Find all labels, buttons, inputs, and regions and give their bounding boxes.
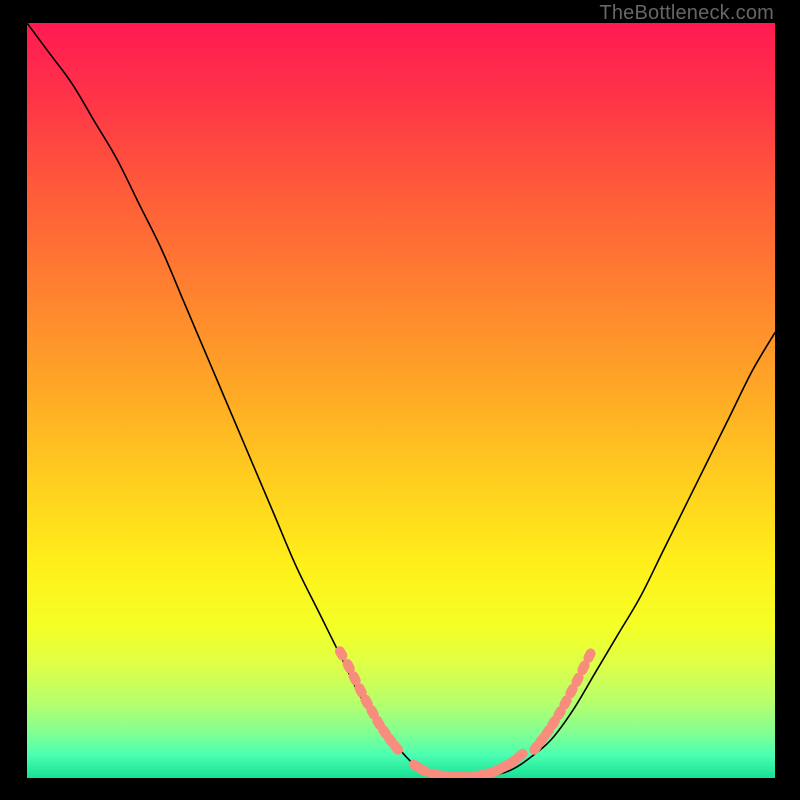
plot-background: [27, 23, 775, 778]
chart-plot: [27, 23, 775, 778]
chart-frame: TheBottleneck.com: [0, 0, 800, 800]
watermark-text: TheBottleneck.com: [599, 2, 774, 25]
